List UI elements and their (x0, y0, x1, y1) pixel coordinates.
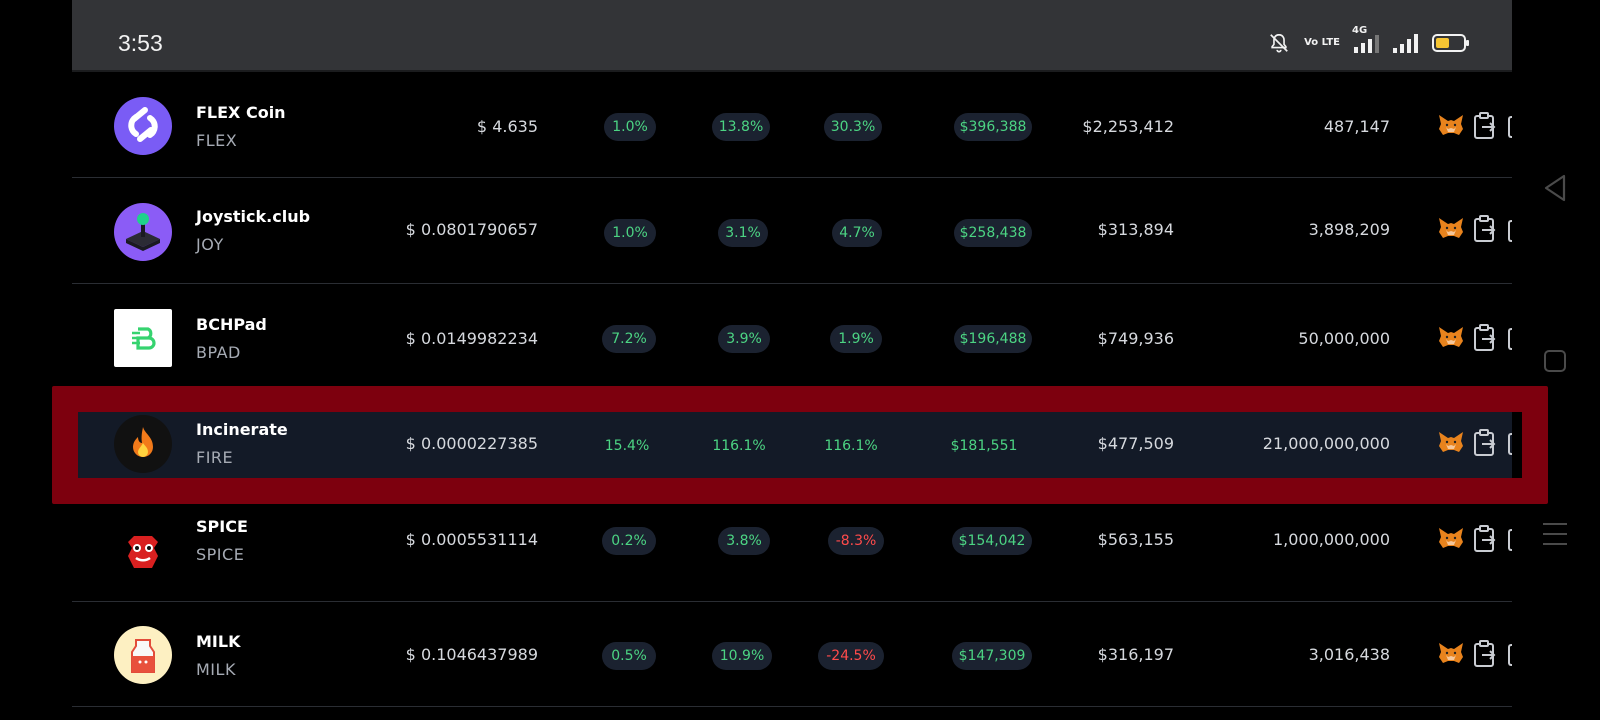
token-price: $ 0.0149982234 (405, 329, 538, 348)
change-1h-badge: 15.4% (604, 438, 650, 454)
screen: 3:53 Vo LTE 4G FLEX Coin FLEX $ 4.635 1.… (72, 0, 1512, 720)
token-name[interactable]: Incinerate (196, 420, 288, 439)
market-cap: $316,197 (1097, 645, 1174, 664)
metamask-fox-icon[interactable] (1438, 114, 1464, 138)
token-price: $ 0.0005531114 (405, 530, 538, 549)
signal-bars-icon (1393, 33, 1418, 53)
token-name[interactable]: FLEX Coin (196, 103, 286, 122)
nav-home-icon[interactable] (1544, 350, 1566, 372)
add-watchlist-icon[interactable] (1508, 644, 1512, 666)
copy-clipboard-icon[interactable] (1472, 215, 1498, 243)
metamask-fox-icon[interactable] (1438, 642, 1464, 666)
bell-muted-icon (1270, 33, 1288, 53)
metamask-fox-icon[interactable] (1438, 326, 1464, 350)
token-name[interactable]: BCHPad (196, 315, 267, 334)
circulating-supply: 21,000,000,000 (1262, 434, 1390, 453)
nav-recents-menu-icon[interactable] (1542, 522, 1568, 546)
change-1h-badge: 0.5% (602, 642, 656, 670)
add-watchlist-icon[interactable] (1508, 433, 1512, 455)
token-name[interactable]: SPICE (196, 517, 248, 536)
change-1h-badge: 7.2% (602, 325, 656, 353)
market-cap: $477,509 (1097, 434, 1174, 453)
circulating-supply: 50,000,000 (1298, 329, 1390, 348)
change-24h-badge: 3.8% (718, 527, 770, 555)
token-symbol: BPAD (196, 343, 241, 362)
circulating-supply: 1,000,000,000 (1272, 530, 1390, 549)
metamask-fox-icon[interactable] (1438, 217, 1464, 241)
volume-badge: $147,309 (952, 642, 1032, 670)
market-cap: $2,253,412 (1082, 117, 1174, 136)
change-7d-badge: 1.9% (830, 325, 882, 353)
volume-badge: $154,042 (952, 527, 1032, 555)
volume-badge: $196,488 (954, 325, 1032, 353)
metamask-fox-icon[interactable] (1438, 431, 1464, 455)
volume-badge: $181,551 (950, 438, 1018, 454)
battery-icon (1432, 34, 1469, 52)
change-7d-badge: 116.1% (824, 438, 878, 454)
change-7d-badge: -24.5% (818, 642, 884, 670)
change-24h-badge: 13.8% (712, 113, 770, 141)
nav-back-icon[interactable] (1543, 173, 1567, 203)
copy-clipboard-icon[interactable] (1472, 324, 1498, 352)
token-symbol: JOY (196, 235, 224, 254)
status-time: 3:53 (118, 30, 163, 56)
copy-clipboard-icon[interactable] (1472, 112, 1498, 140)
token-price: $ 0.0801790657 (405, 220, 538, 239)
token-price: $ 4.635 (476, 117, 538, 136)
market-cap: $313,894 (1097, 220, 1174, 239)
milk-logo-icon (114, 626, 172, 684)
change-1h-badge: 1.0% (604, 219, 656, 247)
market-cap: $563,155 (1097, 530, 1174, 549)
change-7d-badge: 30.3% (824, 113, 882, 141)
volte-indicator: Vo LTE (1304, 37, 1340, 48)
token-name[interactable]: Joystick.club (196, 207, 310, 226)
market-cap: $749,936 (1097, 329, 1174, 348)
change-1h-badge: 0.2% (602, 527, 656, 555)
copy-clipboard-icon[interactable] (1472, 429, 1498, 457)
token-symbol: FLEX (196, 131, 238, 150)
token-price: $ 0.0000227385 (405, 434, 538, 453)
copy-clipboard-icon[interactable] (1472, 525, 1498, 553)
add-watchlist-icon[interactable] (1508, 328, 1512, 350)
change-7d-badge: 4.7% (832, 219, 882, 247)
change-24h-badge: 10.9% (712, 642, 772, 670)
change-24h-badge: 3.9% (718, 325, 770, 353)
metamask-fox-icon[interactable] (1438, 527, 1464, 551)
copy-clipboard-icon[interactable] (1472, 640, 1498, 668)
token-symbol: FIRE (196, 448, 234, 467)
table-row[interactable]: Joystick.club JOY $ 0.0801790657 1.0% 3.… (72, 179, 1512, 284)
table-row[interactable]: SPICE SPICE $ 0.0005531114 0.2% 3.8% -8.… (72, 495, 1512, 602)
signal-4g-icon: 4G (1352, 25, 1379, 53)
token-symbol: MILK (196, 660, 236, 679)
token-price: $ 0.1046437989 (405, 645, 538, 664)
table-row[interactable]: BCHPad BPAD $ 0.0149982234 7.2% 3.9% 1.9… (72, 285, 1512, 390)
spice-logo-icon (114, 524, 172, 582)
change-24h-badge: 3.1% (718, 219, 768, 247)
change-1h-badge: 1.0% (604, 113, 656, 141)
flex-logo-icon (114, 97, 172, 155)
circulating-supply: 3,016,438 (1308, 645, 1390, 664)
network-type: 4G (1352, 25, 1368, 36)
status-icons: Vo LTE 4G (1268, 25, 1469, 54)
add-watchlist-icon[interactable] (1508, 220, 1512, 242)
change-24h-badge: 116.1% (712, 438, 766, 454)
token-name[interactable]: MILK (196, 632, 240, 651)
circulating-supply: 3,898,209 (1308, 220, 1390, 239)
token-symbol: SPICE (196, 545, 245, 564)
bchpad-logo-icon (114, 309, 172, 367)
table-row[interactable]: FLEX Coin FLEX $ 4.635 1.0% 13.8% 30.3% … (72, 73, 1512, 178)
table-row-selected[interactable]: Incinerate FIRE $ 0.0000227385 15.4% 116… (72, 400, 1512, 490)
change-7d-badge: -8.3% (828, 527, 884, 555)
joystick-logo-icon (114, 203, 172, 261)
volume-badge: $258,438 (954, 219, 1032, 247)
status-bar: 3:53 Vo LTE 4G (72, 0, 1512, 72)
fire-logo-icon (114, 415, 172, 473)
add-watchlist-icon[interactable] (1508, 116, 1512, 138)
circulating-supply: 487,147 (1323, 117, 1390, 136)
volume-badge: $396,388 (954, 113, 1032, 141)
table-row[interactable]: MILK MILK $ 0.1046437989 0.5% 10.9% -24.… (72, 602, 1512, 707)
add-watchlist-icon[interactable] (1508, 529, 1512, 551)
